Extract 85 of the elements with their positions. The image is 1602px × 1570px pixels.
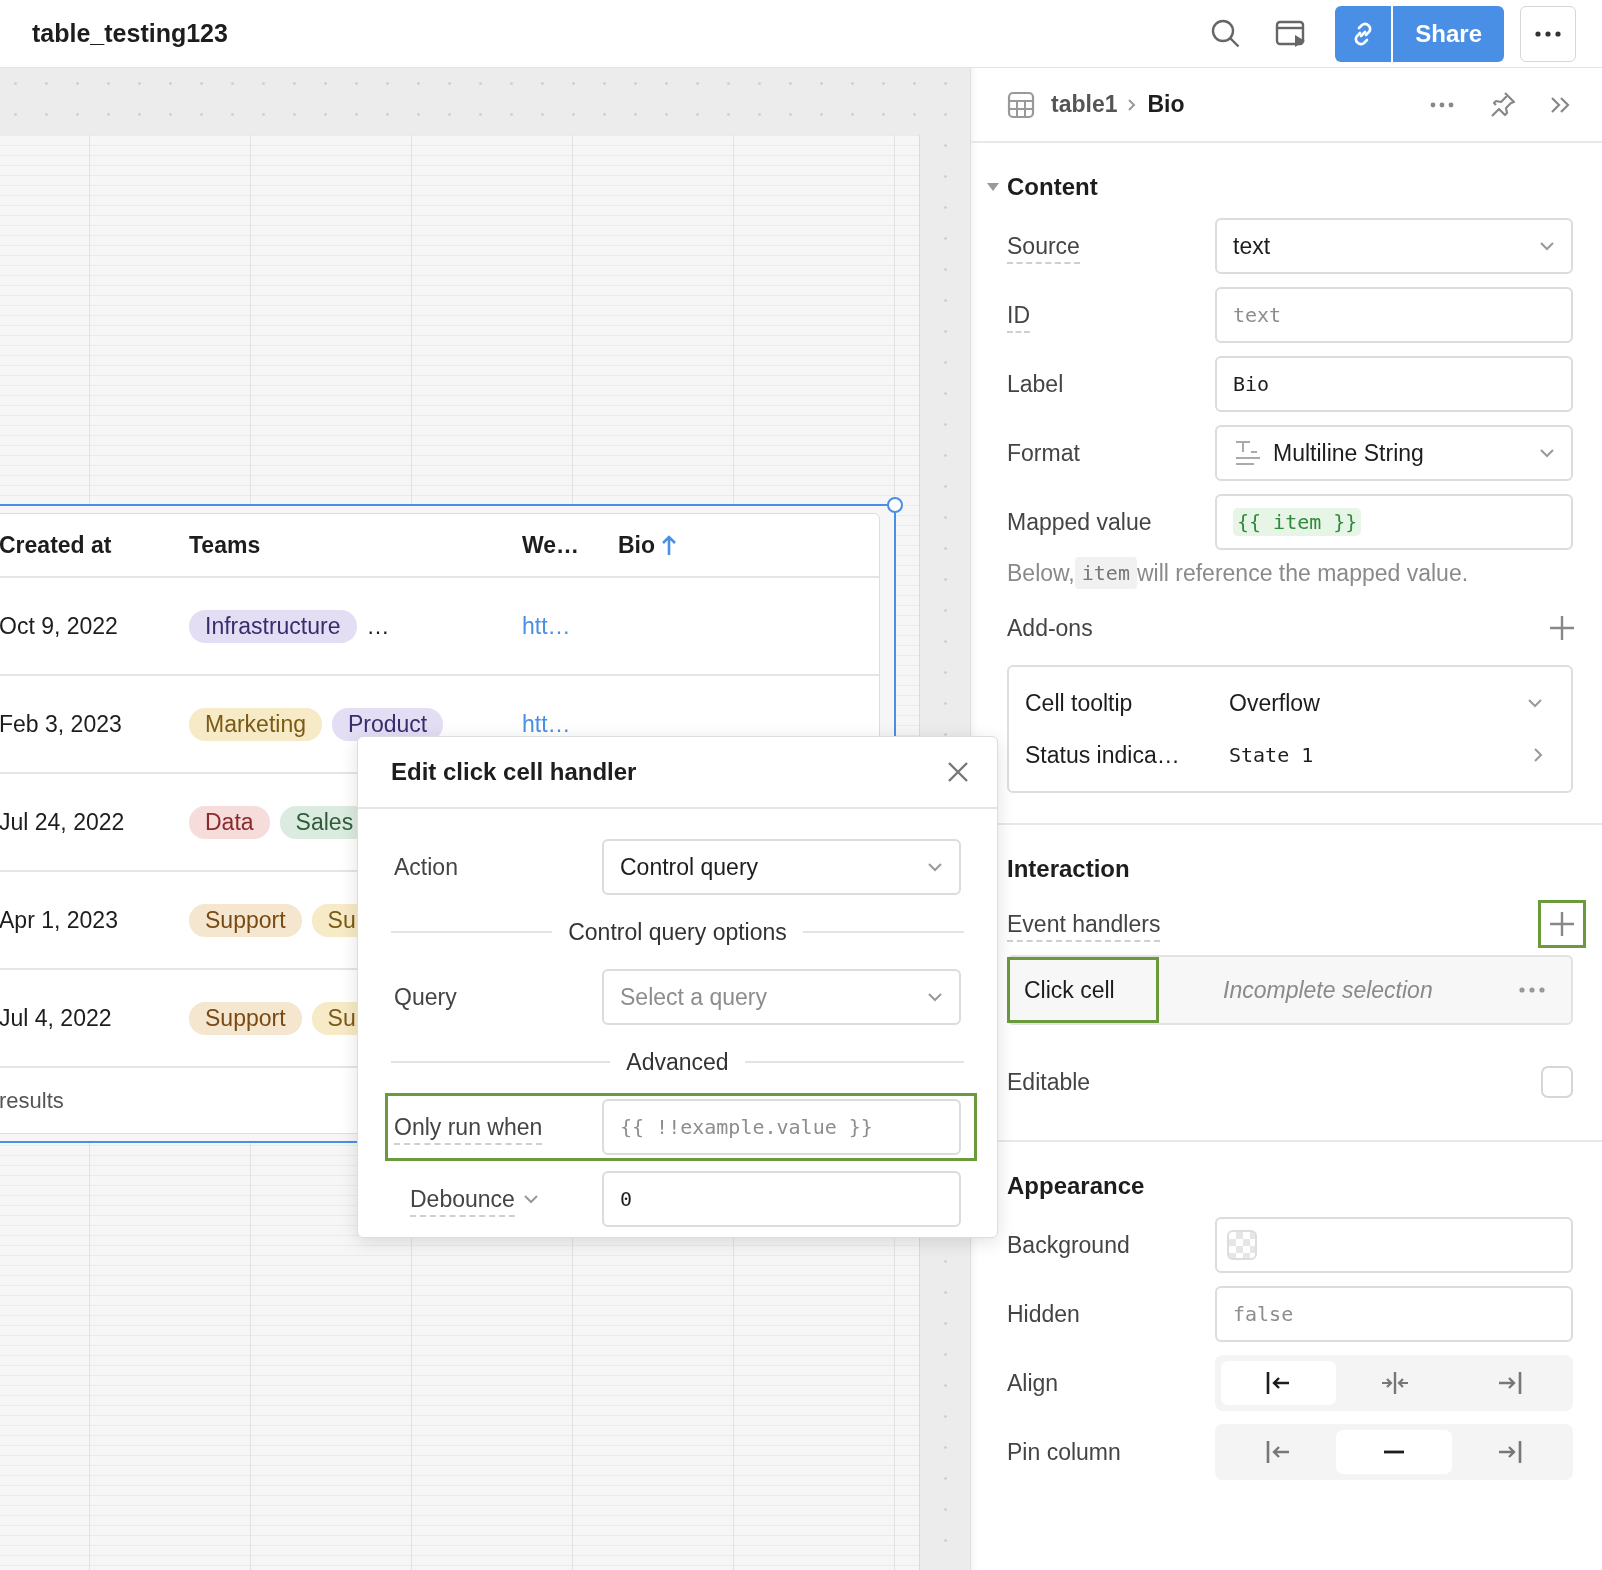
field-label: Source — [1007, 232, 1080, 264]
double-chevron-icon — [1550, 95, 1570, 114]
plus-icon — [1549, 615, 1575, 641]
team-tag: Product — [332, 707, 444, 741]
more-icon — [1430, 101, 1454, 108]
column-header[interactable]: Bio — [618, 531, 656, 559]
color-field[interactable] — [1215, 1217, 1573, 1273]
addon-label: Cell tooltip — [1025, 689, 1134, 717]
field-label: Action — [394, 853, 458, 880]
resize-handle[interactable] — [887, 497, 903, 513]
select-field[interactable]: text — [1215, 218, 1573, 274]
chevron-down-icon — [522, 1194, 539, 1204]
section-title: Content — [1007, 173, 1098, 201]
column-header[interactable]: We… — [522, 531, 580, 558]
section-title: Appearance — [1007, 1172, 1145, 1200]
breadcrumb-item[interactable]: table1 — [1051, 91, 1118, 118]
field-label: Query — [394, 983, 457, 1010]
column-header[interactable]: Created at — [0, 531, 112, 558]
field-label: Event handlers — [1007, 910, 1161, 942]
table-cell: Feb 3, 2023 — [0, 710, 122, 737]
plus-icon — [1549, 911, 1575, 937]
code-field[interactable]: {{ item }} — [1215, 494, 1573, 550]
add-button[interactable] — [1538, 900, 1586, 948]
chevron-right-icon — [1127, 97, 1138, 112]
team-tag: Infrastructure — [189, 609, 357, 643]
addon-label: Status indica… — [1025, 741, 1181, 769]
select-field[interactable]: Control query — [602, 839, 961, 895]
field-label: Format — [1007, 439, 1080, 466]
more-icon — [1519, 987, 1545, 993]
section-title: Interaction — [1007, 855, 1130, 883]
multiline-text-icon — [1233, 438, 1263, 468]
team-tag: Data — [189, 805, 270, 839]
table-cell: Jul 24, 2022 — [0, 808, 125, 835]
dialog-title: Edit click cell handler — [391, 758, 637, 786]
field-label: Pin column — [1007, 1438, 1121, 1465]
table-cell: Jul 4, 2022 — [0, 1004, 112, 1031]
chevron-down-icon — [1539, 448, 1555, 458]
select-field[interactable]: Multiline String — [1215, 425, 1573, 481]
caret-icon[interactable] — [987, 183, 999, 191]
align-center-icon — [1380, 1369, 1408, 1397]
results-text: results — [0, 1087, 64, 1114]
chevron-down-icon — [1527, 698, 1543, 708]
code-field[interactable]: 0 — [602, 1171, 961, 1227]
event-handler-row[interactable]: Click cell Incomplete selection — [1007, 955, 1573, 1025]
chevron-right-icon — [1533, 747, 1543, 763]
chevron-down-icon — [927, 992, 943, 1002]
team-tag: Marketing — [189, 707, 322, 741]
copy-link-button[interactable] — [1335, 5, 1392, 62]
handler-action: Incomplete selection — [1223, 976, 1434, 1004]
close-icon — [947, 761, 969, 783]
more-icon — [1535, 30, 1561, 37]
field-label: Hidden — [1007, 1300, 1080, 1327]
event-name: Click cell — [1007, 957, 1159, 1023]
table-icon — [1007, 90, 1035, 119]
addon-value[interactable]: State 1 — [1229, 743, 1533, 767]
field-label: Only run when — [394, 1113, 543, 1145]
section-divider-label: Control query options — [568, 918, 787, 946]
color-swatch — [1227, 1230, 1257, 1260]
sort-up-icon[interactable] — [661, 534, 678, 556]
addon-value[interactable]: Overflow — [1229, 689, 1527, 717]
field-label: Add-ons — [1007, 614, 1093, 641]
section-divider-label: Advanced — [626, 1048, 729, 1076]
table-cell: Oct 9, 2022 — [0, 612, 118, 639]
field-label: Background — [1007, 1231, 1130, 1258]
column-header[interactable]: Teams — [189, 531, 261, 559]
help-text: Below, item will reference the mapped value. — [1007, 555, 1573, 591]
field-label: Label — [1007, 370, 1064, 397]
team-tag: Support — [189, 903, 302, 937]
breadcrumb-item[interactable]: Bio — [1147, 91, 1185, 118]
field-label: Editable — [1007, 1068, 1091, 1095]
chevron-down-icon — [927, 862, 943, 872]
chevron-down-icon — [1539, 241, 1555, 251]
team-tag: Support — [189, 1001, 302, 1035]
checkbox[interactable] — [1541, 1066, 1573, 1098]
field-label: ID — [1007, 301, 1030, 333]
code-field[interactable]: Bio — [1215, 356, 1573, 412]
more-button[interactable] — [1520, 5, 1576, 62]
field-label: Align — [1007, 1369, 1059, 1396]
search-icon — [1211, 18, 1242, 49]
app-title: table_testing123 — [32, 19, 229, 48]
field-label: Debounce — [410, 1185, 515, 1217]
field-label: Mapped value — [1007, 508, 1152, 535]
overflow-text: … — [366, 612, 390, 640]
dash-icon — [1384, 1450, 1404, 1454]
segment-option[interactable] — [1221, 1361, 1337, 1405]
